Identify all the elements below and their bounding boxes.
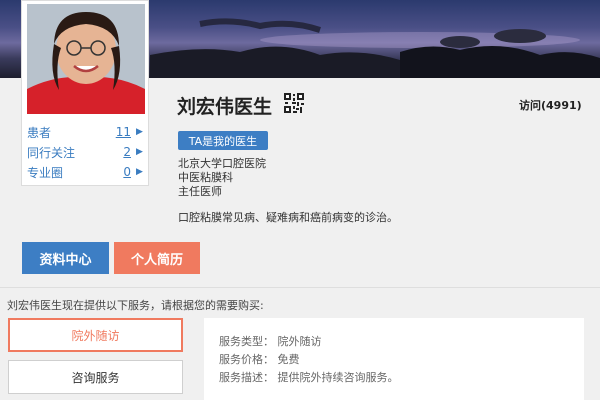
stat-label[interactable]: 患者 xyxy=(27,124,101,141)
stat-patients[interactable]: 患者 11 ▶ xyxy=(27,122,145,142)
service-prompt: 刘宏伟医生现在提供以下服务，请根据您的需要购买: xyxy=(7,299,264,312)
stat-peer-follow[interactable]: 同行关注 2 ▶ xyxy=(27,142,145,162)
service-description: 服务描述： 提供院外持续咨询服务。 xyxy=(219,371,399,384)
play-arrow-icon[interactable]: ▶ xyxy=(136,167,143,177)
stat-circle[interactable]: 专业圈 0 ▶ xyxy=(27,162,145,182)
stat-count[interactable]: 2 xyxy=(101,145,131,159)
qr-code-icon[interactable] xyxy=(284,93,304,113)
stat-label[interactable]: 同行关注 xyxy=(27,144,101,161)
doctor-info: 北京大学口腔医院 中医粘膜科 主任医师 xyxy=(178,157,266,199)
service-tab-followup[interactable]: 院外随访 xyxy=(8,318,183,352)
specialty-text: 口腔粘膜常见病、疑难病和癌前病变的诊治。 xyxy=(178,211,398,224)
department-name: 中医粘膜科 xyxy=(178,171,233,184)
avatar xyxy=(27,4,145,114)
stat-count[interactable]: 0 xyxy=(101,165,131,179)
ta-is-my-doctor-button[interactable]: TA是我的医生 xyxy=(178,131,268,150)
doctor-title: 主任医师 xyxy=(178,185,222,198)
hospital-name: 北京大学口腔医院 xyxy=(178,157,266,170)
service-detail-panel: 服务类型： 院外随访 服务价格： 免费 服务描述： 提供院外持续咨询服务。 xyxy=(204,318,584,400)
stat-label[interactable]: 专业圈 xyxy=(27,164,101,181)
stat-count[interactable]: 11 xyxy=(101,125,131,139)
profile-card: 患者 11 ▶ 同行关注 2 ▶ 专业圈 0 ▶ xyxy=(21,0,149,186)
divider xyxy=(0,287,600,288)
service-tab-consult[interactable]: 咨询服务 xyxy=(8,360,183,394)
visit-count: 访问(4991) xyxy=(519,99,582,112)
data-center-button[interactable]: 资料中心 xyxy=(22,242,109,274)
doctor-name: 刘宏伟医生 xyxy=(177,96,273,118)
service-type: 服务类型： 院外随访 xyxy=(219,335,322,348)
stats-list: 患者 11 ▶ 同行关注 2 ▶ 专业圈 0 ▶ xyxy=(27,122,145,182)
play-arrow-icon[interactable]: ▶ xyxy=(136,147,143,157)
service-price: 服务价格： 免费 xyxy=(219,353,300,366)
play-arrow-icon[interactable]: ▶ xyxy=(136,127,143,137)
resume-button[interactable]: 个人简历 xyxy=(114,242,200,274)
